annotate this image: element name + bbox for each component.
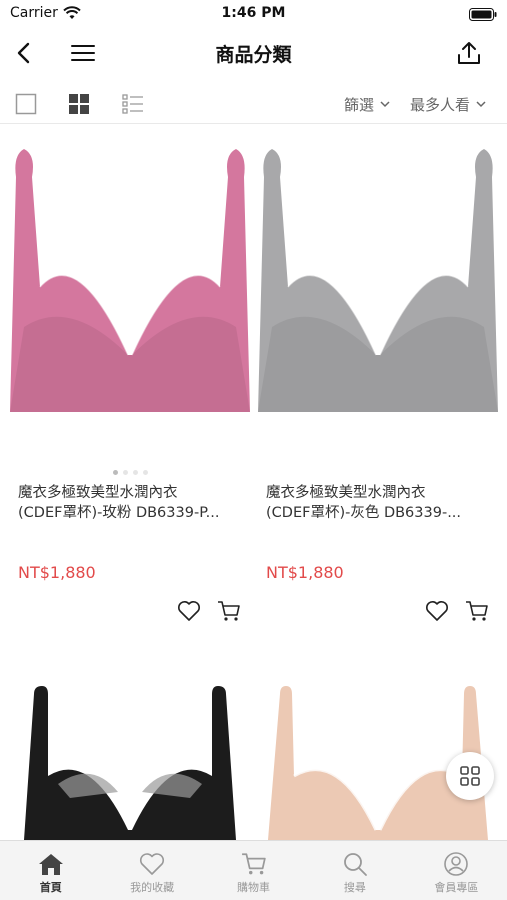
status-bar: Carrier 1:46 PM bbox=[0, 0, 507, 28]
sort-label: 最多人看 bbox=[410, 96, 471, 114]
product-name[interactable]: 魔衣多極致美型水潤內衣 (CDEF罩杯)-玫粉 DB6339-P... bbox=[18, 483, 246, 523]
product-price: NT$1,880 bbox=[18, 563, 96, 582]
image-carousel-dots bbox=[10, 470, 250, 475]
product-card[interactable] bbox=[10, 680, 250, 840]
product-price: NT$1,880 bbox=[266, 563, 344, 582]
search-icon bbox=[341, 850, 369, 878]
tab-label: 搜尋 bbox=[343, 881, 366, 894]
product-name-line2: (CDEF罩杯)-灰色 DB6339-... bbox=[266, 505, 462, 521]
single-view-icon[interactable] bbox=[14, 92, 38, 116]
filter-label: 篩選 bbox=[344, 96, 375, 114]
cart-icon bbox=[240, 850, 268, 878]
status-time: 1:46 PM bbox=[221, 5, 286, 21]
tab-label: 會員專區 bbox=[434, 881, 479, 894]
tab-search[interactable]: 搜尋 bbox=[304, 841, 405, 900]
add-to-cart-icon[interactable] bbox=[464, 598, 490, 624]
sort-dropdown[interactable]: 最多人看 bbox=[410, 94, 486, 115]
product-name-line1: 魔衣多極致美型水潤內衣 bbox=[18, 485, 178, 501]
product-name[interactable]: 魔衣多極致美型水潤內衣 (CDEF罩杯)-灰色 DB6339-... bbox=[266, 483, 494, 523]
product-card[interactable]: 魔衣多極致美型水潤內衣 (CDEF罩杯)-玫粉 DB6339-P... NT$1… bbox=[10, 137, 250, 637]
chevron-down-icon bbox=[476, 101, 486, 108]
tab-home[interactable]: 首頁 bbox=[0, 841, 101, 900]
user-icon bbox=[442, 850, 470, 878]
tab-cart[interactable]: 購物車 bbox=[203, 841, 304, 900]
grid-icon bbox=[460, 766, 480, 786]
product-card[interactable]: 魔衣多極致美型水潤內衣 (CDEF罩杯)-灰色 DB6339-... NT$1,… bbox=[258, 137, 498, 637]
tab-favorites[interactable]: 我的收藏 bbox=[101, 841, 202, 900]
grid-view-icon[interactable] bbox=[67, 92, 91, 116]
tab-label: 首頁 bbox=[39, 881, 62, 894]
bottom-tab-bar: 首頁 我的收藏 購物車 搜尋 會員專區 bbox=[0, 840, 507, 900]
tab-label: 購物車 bbox=[237, 881, 271, 894]
list-view-icon[interactable] bbox=[121, 92, 145, 116]
tab-label: 我的收藏 bbox=[130, 881, 175, 894]
heart-icon bbox=[138, 850, 166, 878]
tab-member[interactable]: 會員專區 bbox=[406, 841, 507, 900]
favorite-heart-icon[interactable] bbox=[424, 598, 450, 624]
floating-grid-button[interactable] bbox=[446, 752, 494, 800]
add-to-cart-icon[interactable] bbox=[216, 598, 242, 624]
page-title: 商品分類 bbox=[215, 44, 292, 66]
product-image[interactable] bbox=[258, 137, 498, 417]
favorite-heart-icon[interactable] bbox=[176, 598, 202, 624]
product-name-line1: 魔衣多極致美型水潤內衣 bbox=[266, 485, 426, 501]
view-toolbar: 篩選 最多人看 bbox=[0, 84, 507, 124]
product-image[interactable] bbox=[10, 680, 250, 840]
filter-dropdown[interactable]: 篩選 bbox=[344, 94, 390, 115]
chevron-down-icon bbox=[380, 101, 390, 108]
product-image[interactable] bbox=[10, 137, 250, 417]
share-icon[interactable] bbox=[454, 38, 484, 68]
nav-bar: 商品分類 bbox=[0, 30, 507, 74]
home-icon bbox=[37, 850, 65, 878]
product-name-line2: (CDEF罩杯)-玫粉 DB6339-P... bbox=[18, 505, 220, 521]
battery-icon bbox=[469, 6, 497, 25]
